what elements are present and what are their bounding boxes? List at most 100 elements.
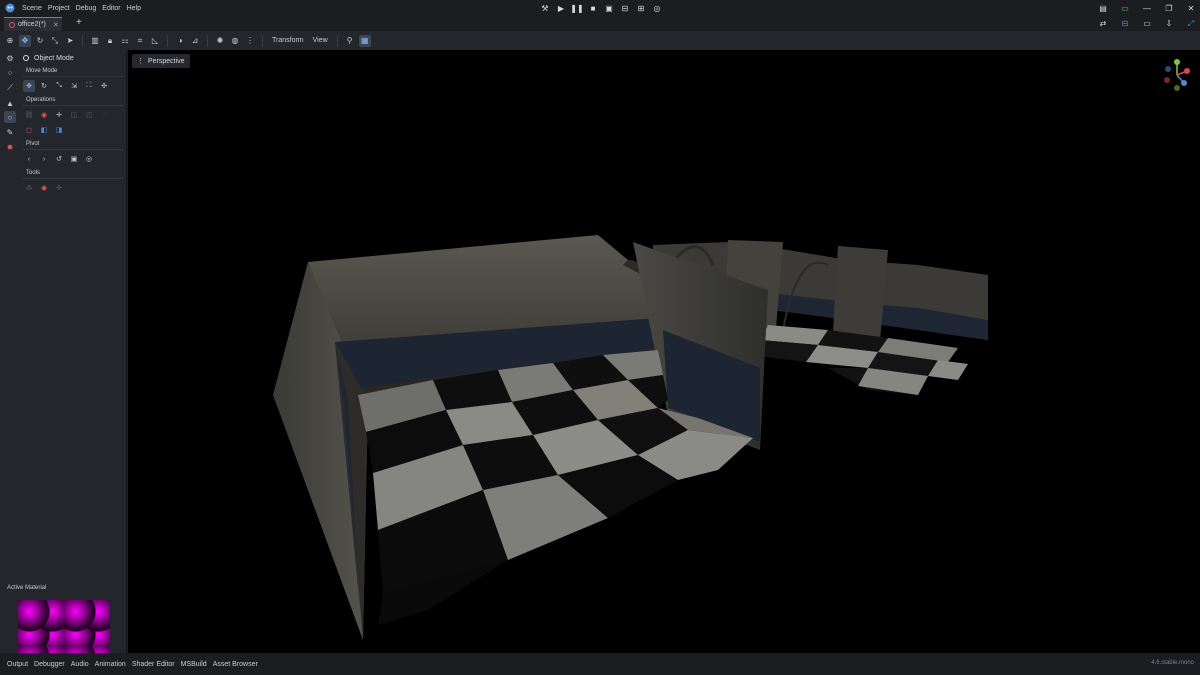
more-options-icon[interactable]: ⋮: [244, 35, 256, 47]
tab-shader-editor[interactable]: Shader Editor: [129, 661, 178, 668]
union-icon[interactable]: ◫: [68, 109, 80, 121]
sun-icon[interactable]: ✺: [214, 35, 226, 47]
distraction-free-icon[interactable]: ⇄: [1098, 19, 1108, 28]
lock-icon[interactable]: 🔒︎: [104, 35, 116, 47]
translate-icon[interactable]: ✥: [23, 80, 35, 92]
add-tab-button[interactable]: +: [76, 17, 82, 28]
import-icon[interactable]: ⇩: [1164, 19, 1174, 28]
perspective-menu[interactable]: ⋮ Perspective: [132, 54, 190, 68]
environment-icon[interactable]: ◍: [229, 35, 241, 47]
add-tool-icon[interactable]: ✛: [53, 182, 65, 194]
close-icon[interactable]: ✕: [1186, 4, 1196, 13]
edge-mode-icon[interactable]: ⟋: [4, 82, 16, 94]
layout-icon[interactable]: ⊟: [1120, 19, 1130, 28]
vertex-mode-icon[interactable]: ⁘: [4, 67, 16, 79]
bone-icon[interactable]: ⌗: [134, 35, 146, 47]
perspective-more-icon: ⋮: [137, 58, 144, 65]
menu-project[interactable]: Project: [45, 5, 73, 12]
expand-icon[interactable]: ⛶: [83, 80, 95, 92]
snap-icon[interactable]: ⊿: [189, 35, 201, 47]
pin-icon[interactable]: ⚲: [344, 35, 356, 47]
monitor-icon[interactable]: ▭: [1120, 4, 1130, 13]
menu-scene[interactable]: Scene: [19, 5, 45, 12]
triangle-ruler-icon[interactable]: ◺: [149, 35, 161, 47]
play-scene-icon[interactable]: ⊟: [620, 3, 630, 13]
menu-editor[interactable]: Editor: [99, 5, 123, 12]
close-tab-icon[interactable]: ✕: [53, 21, 59, 29]
tool-strip: ⚙ ⁘ ⟋ ▲ ○ ✎ ✹: [0, 50, 19, 653]
scene-tab[interactable]: office2(*) ✕: [4, 17, 62, 31]
selectable-icon[interactable]: ➤: [64, 35, 76, 47]
3d-viewport[interactable]: ⋮ Perspective: [128, 50, 1200, 653]
pivot-reset-icon[interactable]: ↺: [53, 153, 65, 165]
tab-animation[interactable]: Animation: [92, 661, 129, 668]
scale-icon[interactable]: ⤡: [53, 80, 65, 92]
settings-icon[interactable]: ⚙: [4, 52, 16, 64]
tab-debugger[interactable]: Debugger: [31, 661, 68, 668]
save-icon[interactable]: ▤: [1098, 4, 1108, 13]
transform-all-icon[interactable]: ✣: [98, 80, 110, 92]
stop-icon[interactable]: ■: [588, 3, 598, 13]
menu-help[interactable]: Help: [124, 5, 144, 12]
operations-heading: Operations: [26, 97, 56, 103]
paint-icon[interactable]: ✎: [4, 126, 16, 138]
tab-output[interactable]: Output: [4, 661, 31, 668]
ruler-icon[interactable]: ▥: [89, 35, 101, 47]
operations-row-1: ⛓ ◉ ✛ ◫ ◰ ◌: [23, 109, 110, 121]
rotate-icon[interactable]: ↻: [38, 80, 50, 92]
rotate-mode-icon[interactable]: ↻: [34, 35, 46, 47]
debug-icon[interactable]: ✹: [4, 141, 16, 153]
copy-icon[interactable]: ◧: [38, 124, 50, 136]
grid-icon[interactable]: ▦: [358, 34, 371, 47]
local-space-icon[interactable]: ◑: [174, 35, 186, 47]
pivot-origin-icon[interactable]: ◎: [83, 153, 95, 165]
move-mode-heading: Move Mode: [26, 68, 58, 74]
tab-audio[interactable]: Audio: [68, 661, 92, 668]
view-menu[interactable]: View: [310, 37, 331, 44]
pause-icon[interactable]: ❚❚: [570, 3, 583, 13]
extrude-icon[interactable]: ⇲: [68, 80, 80, 92]
toolbar-divider: [262, 34, 263, 47]
link-icon[interactable]: ⛓: [23, 109, 35, 121]
pivot-left-icon[interactable]: ‹: [23, 153, 35, 165]
vertex-tool-icon[interactable]: ⁂: [23, 182, 35, 194]
transform-menu[interactable]: Transform: [269, 37, 307, 44]
paste-icon[interactable]: ◨: [53, 124, 65, 136]
fullscreen-icon[interactable]: ⤢: [1186, 19, 1196, 29]
bottom-panel-bar: Output Debugger Audio Animation Shader E…: [0, 653, 1200, 675]
hammer-icon[interactable]: ⚒: [540, 3, 550, 13]
object-mode-icon[interactable]: ○: [4, 111, 16, 123]
group-icon[interactable]: ⚏: [119, 35, 131, 47]
tab-asset-browser[interactable]: Asset Browser: [210, 661, 261, 668]
maximize-icon[interactable]: ❐: [1164, 4, 1174, 13]
clip-icon[interactable]: ◻: [23, 124, 35, 136]
merge-icon[interactable]: ◌: [98, 109, 110, 121]
face-mode-icon[interactable]: ▲: [4, 97, 16, 109]
select-mode-icon[interactable]: ⊕: [4, 35, 16, 47]
movie-maker-icon[interactable]: ◎: [652, 3, 662, 13]
menu-debug[interactable]: Debug: [73, 5, 100, 12]
add-icon[interactable]: ✛: [53, 109, 65, 121]
play-custom-scene-icon[interactable]: ⊞: [636, 3, 646, 13]
intersect-icon[interactable]: ◰: [83, 109, 95, 121]
section-divider: [23, 178, 123, 179]
perspective-label: Perspective: [148, 57, 185, 65]
delete-tool-icon[interactable]: ◉: [38, 182, 50, 194]
toolbar-divider: [207, 34, 208, 47]
play-icon[interactable]: ▶: [556, 3, 566, 13]
pivot-right-icon[interactable]: ›: [38, 153, 50, 165]
orientation-gizmo-icon[interactable]: [1160, 58, 1194, 92]
remote-debug-icon[interactable]: ▣: [604, 3, 614, 13]
viewport-toolbar: ⊕ ✥ ↻ ⤡ ➤ ▥ 🔒︎ ⚏ ⌗ ◺ ◑ ⊿ ✺ ◍ ⋮ Transform…: [0, 31, 1200, 50]
toolbar-divider: [336, 34, 338, 47]
scale-mode-icon[interactable]: ⤡: [49, 35, 61, 47]
mode-label: Object Mode: [34, 54, 74, 62]
window-controls: ▤ ▭ — ❐ ✕: [1098, 1, 1196, 15]
scene-modified-icon: [9, 21, 15, 28]
pivot-center-icon[interactable]: ▣: [68, 153, 80, 165]
move-mode-icon[interactable]: ✥: [19, 34, 31, 47]
minimize-icon[interactable]: —: [1142, 4, 1152, 13]
toggle-panel-icon[interactable]: ▭: [1142, 19, 1152, 28]
subtract-icon[interactable]: ◉: [38, 109, 50, 121]
tab-msbuild[interactable]: MSBuild: [178, 661, 210, 668]
